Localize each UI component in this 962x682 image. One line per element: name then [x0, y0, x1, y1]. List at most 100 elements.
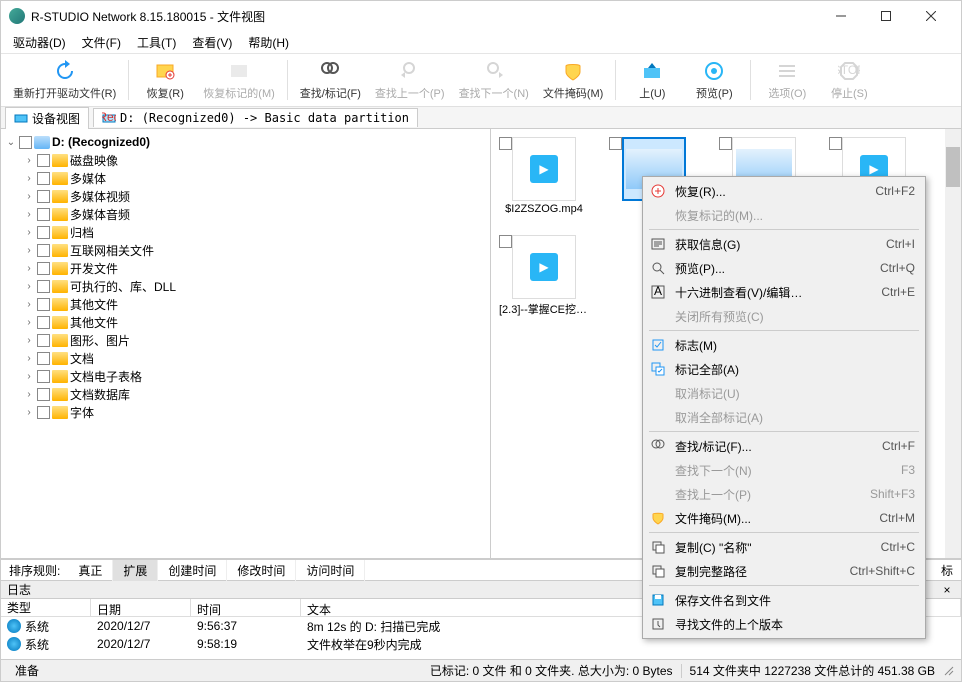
stop-button[interactable]: STOP停止(S) — [819, 57, 879, 103]
file-thumb[interactable]: ▶$I2ZSZOG.mp4 — [499, 137, 589, 219]
collapse-icon[interactable]: ⌄ — [5, 137, 17, 148]
checkbox[interactable] — [37, 406, 50, 419]
ctx-find[interactable]: 查找/标记(F)...Ctrl+F — [645, 434, 923, 458]
expand-icon[interactable]: › — [23, 227, 35, 238]
expand-icon[interactable]: › — [23, 155, 35, 166]
checkbox[interactable] — [609, 137, 622, 150]
checkbox[interactable] — [37, 208, 50, 221]
menu-file[interactable]: 文件(F) — [74, 32, 129, 53]
log-close-button[interactable]: × — [939, 583, 955, 597]
tree-item[interactable]: ›图形、图片 — [1, 331, 490, 349]
sort-tab-4[interactable]: 访问时间 — [296, 560, 365, 581]
resize-grip-icon[interactable] — [943, 665, 955, 677]
scrollbar[interactable] — [945, 129, 961, 558]
find-next-button[interactable]: 查找下一个(N) — [453, 57, 535, 103]
expand-icon[interactable]: › — [23, 191, 35, 202]
expand-icon[interactable]: › — [23, 389, 35, 400]
checkbox[interactable] — [19, 136, 32, 149]
tree-item[interactable]: ›文档电子表格 — [1, 367, 490, 385]
recover-marked-button[interactable]: 恢复标记的(M) — [197, 57, 281, 103]
tree-item[interactable]: ›其他文件 — [1, 313, 490, 331]
expand-icon[interactable]: › — [23, 281, 35, 292]
find-mark-button[interactable]: 查找/标记(F) — [294, 57, 367, 103]
sort-tab-3[interactable]: 修改时间 — [227, 560, 296, 581]
menu-help[interactable]: 帮助(H) — [240, 32, 297, 53]
checkbox[interactable] — [37, 280, 50, 293]
checkbox[interactable] — [499, 235, 512, 248]
expand-icon[interactable]: › — [23, 263, 35, 274]
log-col-time[interactable]: 时间 — [191, 599, 301, 616]
checkbox[interactable] — [719, 137, 732, 150]
folder-tree[interactable]: ⌄ D: (Recognized0) ›磁盘映像›多媒体›多媒体视频›多媒体音频… — [1, 129, 491, 558]
tree-item[interactable]: ›文档 — [1, 349, 490, 367]
log-col-date[interactable]: 日期 — [91, 599, 191, 616]
checkbox[interactable] — [37, 298, 50, 311]
ctx-prev-v[interactable]: 寻找文件的上个版本 — [645, 612, 923, 636]
menu-drive[interactable]: 驱动器(D) — [5, 32, 74, 53]
checkbox[interactable] — [37, 334, 50, 347]
menu-tools[interactable]: 工具(T) — [129, 32, 184, 53]
checkbox[interactable] — [37, 190, 50, 203]
ctx-copy[interactable]: 复制(C) "名称"Ctrl+C — [645, 535, 923, 559]
tree-item[interactable]: ›其他文件 — [1, 295, 490, 313]
sort-tab-2[interactable]: 创建时间 — [158, 560, 227, 581]
ctx-hex[interactable]: A十六进制查看(V)/编辑…Ctrl+E — [645, 280, 923, 304]
checkbox[interactable] — [37, 316, 50, 329]
file-thumb[interactable]: ▶[2.3]--掌握CE挖掘… — [499, 235, 589, 317]
tree-item[interactable]: ›互联网相关文件 — [1, 241, 490, 259]
ctx-copy-p[interactable]: 复制完整路径Ctrl+Shift+C — [645, 559, 923, 583]
checkbox[interactable] — [37, 352, 50, 365]
expand-icon[interactable]: › — [23, 245, 35, 256]
log-col-type[interactable]: 类型 — [1, 599, 91, 616]
tree-item[interactable]: ›字体 — [1, 403, 490, 421]
expand-icon[interactable]: › — [23, 173, 35, 184]
checkbox[interactable] — [37, 370, 50, 383]
expand-icon[interactable]: › — [23, 335, 35, 346]
expand-icon[interactable]: › — [23, 407, 35, 418]
up-button[interactable]: 上(U) — [622, 57, 682, 103]
tree-item[interactable]: ›多媒体音频 — [1, 205, 490, 223]
options-button[interactable]: 选项(O) — [757, 57, 817, 103]
menu-view[interactable]: 查看(V) — [184, 32, 240, 53]
ctx-info[interactable]: 获取信息(G)Ctrl+I — [645, 232, 923, 256]
checkbox[interactable] — [37, 244, 50, 257]
ctx-preview[interactable]: 预览(P)...Ctrl+Q — [645, 256, 923, 280]
expand-icon[interactable]: › — [23, 317, 35, 328]
file-mask-button[interactable]: 文件掩码(M) — [537, 57, 610, 103]
scrollbar-thumb[interactable] — [946, 147, 960, 187]
sort-tab-0[interactable]: 真正 — [68, 560, 113, 581]
maximize-button[interactable] — [863, 1, 908, 31]
expand-icon[interactable]: › — [23, 353, 35, 364]
tree-item[interactable]: ›归档 — [1, 223, 490, 241]
checkbox[interactable] — [829, 137, 842, 150]
sort-tab-1[interactable]: 扩展 — [113, 560, 158, 581]
tab-path[interactable]: Rec D: (Recognized0) -> Basic data parti… — [93, 108, 418, 127]
recover-button[interactable]: 恢复(R) — [135, 57, 195, 103]
tree-item[interactable]: ›开发文件 — [1, 259, 490, 277]
tree-root[interactable]: ⌄ D: (Recognized0) — [1, 133, 490, 151]
checkbox[interactable] — [37, 262, 50, 275]
tab-device-view[interactable]: 设备视图 — [5, 107, 89, 129]
minimize-button[interactable] — [818, 1, 863, 31]
tree-item[interactable]: ›可执行的、库、DLL — [1, 277, 490, 295]
ctx-mark-all[interactable]: 标记全部(A) — [645, 357, 923, 381]
find-prev-button[interactable]: 查找上一个(P) — [369, 57, 451, 103]
checkbox[interactable] — [37, 172, 50, 185]
reopen-button[interactable]: 重新打开驱动文件(R) — [7, 57, 122, 103]
ctx-recover[interactable]: 恢复(R)...Ctrl+F2 — [645, 179, 923, 203]
close-button[interactable] — [908, 1, 953, 31]
checkbox[interactable] — [499, 137, 512, 150]
tree-item[interactable]: ›多媒体 — [1, 169, 490, 187]
checkbox[interactable] — [37, 388, 50, 401]
tree-item[interactable]: ›磁盘映像 — [1, 151, 490, 169]
preview-button[interactable]: 预览(P) — [684, 57, 744, 103]
ctx-save[interactable]: 保存文件名到文件 — [645, 588, 923, 612]
expand-icon[interactable]: › — [23, 299, 35, 310]
tree-item[interactable]: ›文档数据库 — [1, 385, 490, 403]
tree-item[interactable]: ›多媒体视频 — [1, 187, 490, 205]
expand-icon[interactable]: › — [23, 209, 35, 220]
expand-icon[interactable]: › — [23, 371, 35, 382]
checkbox[interactable] — [37, 154, 50, 167]
ctx-mask[interactable]: 文件掩码(M)...Ctrl+M — [645, 506, 923, 530]
checkbox[interactable] — [37, 226, 50, 239]
